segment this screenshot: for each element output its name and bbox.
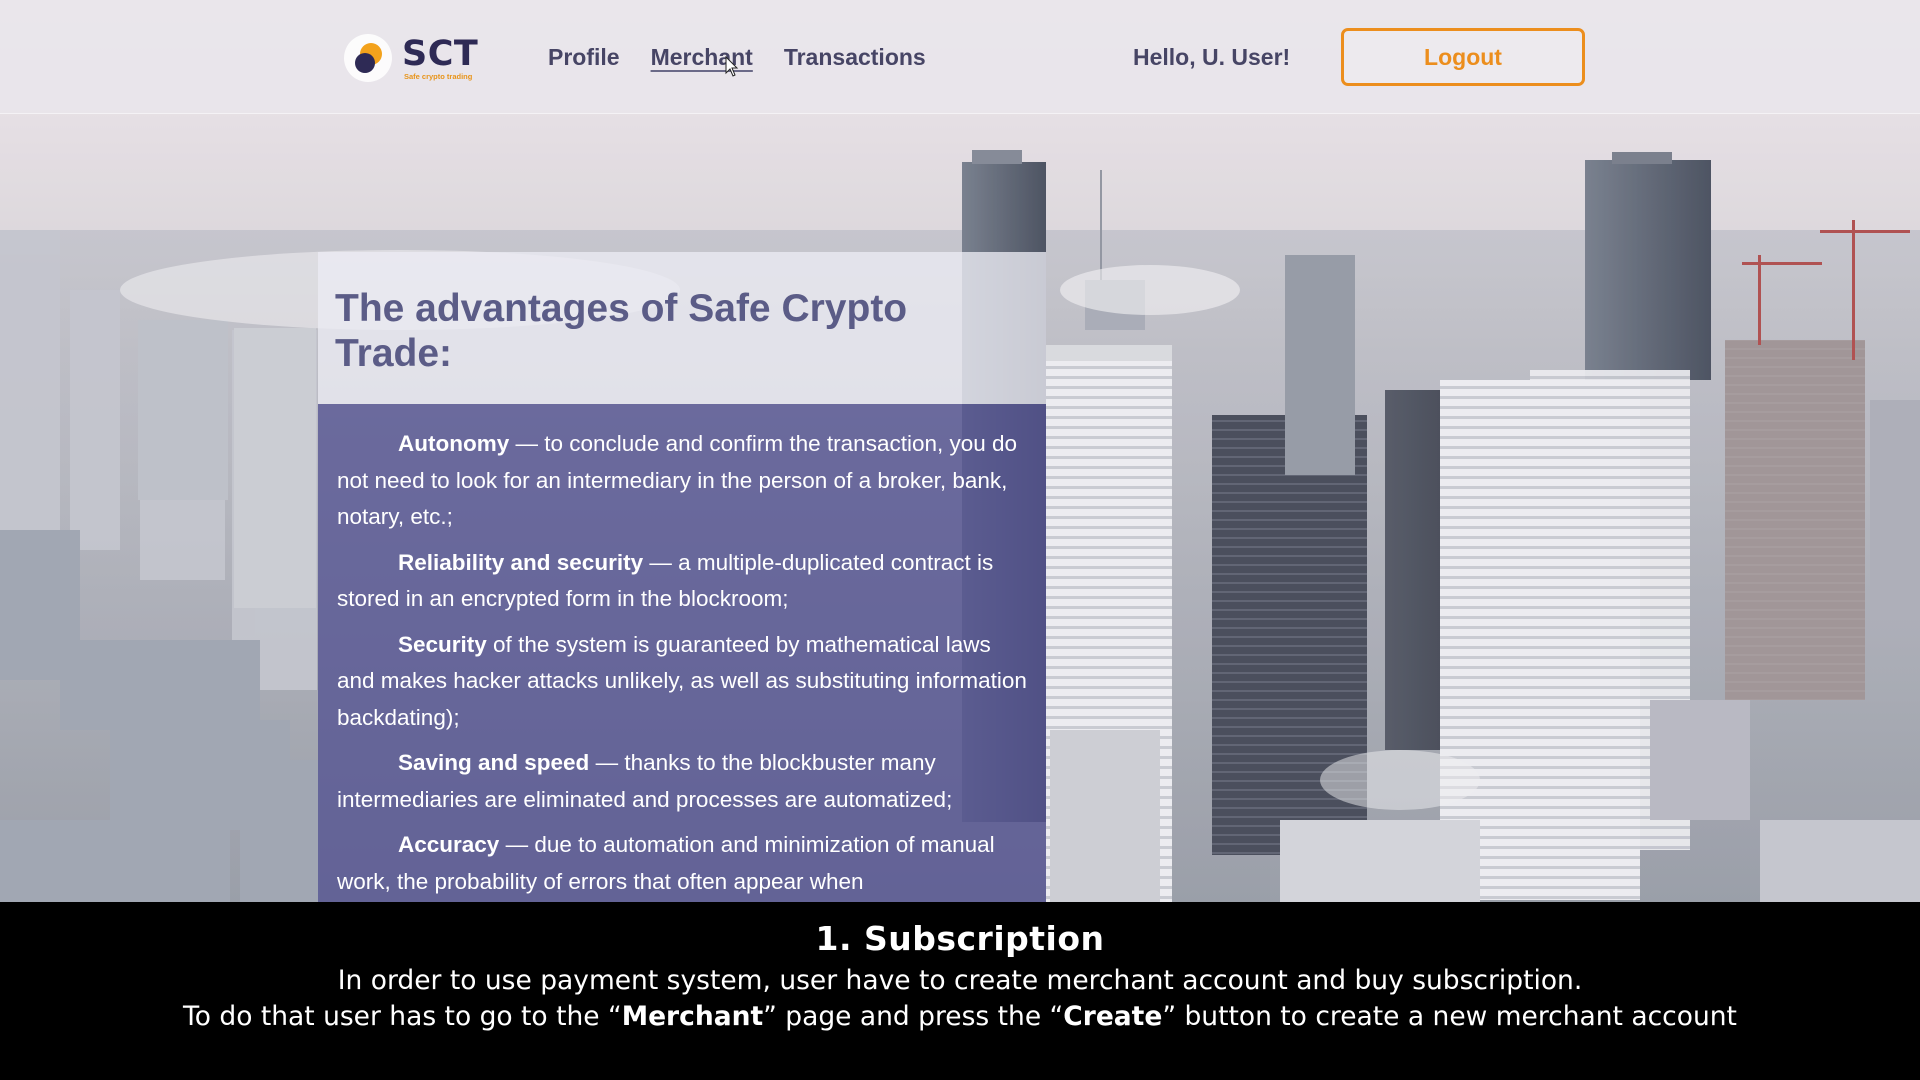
logo-coin-icon bbox=[342, 32, 394, 84]
advantage-term: Security bbox=[398, 631, 487, 657]
caption-text: ” button to create a new merchant accoun… bbox=[1162, 1001, 1737, 1032]
advantages-card: The advantages of Safe Crypto Trade: Aut… bbox=[318, 252, 1046, 902]
caption-merchant-emphasis: Merchant bbox=[621, 1001, 764, 1032]
advantages-title: The advantages of Safe Crypto Trade: bbox=[335, 287, 908, 375]
caption-title: 1. Subscription bbox=[815, 919, 1105, 958]
advantage-item: Accuracy — due to automation and minimiz… bbox=[337, 827, 1028, 900]
nav-profile-link[interactable]: Profile bbox=[548, 44, 620, 71]
caption-line-1: In order to use payment system, user hav… bbox=[337, 965, 1583, 996]
advantage-term: Reliability and security bbox=[398, 549, 644, 575]
logo-tagline: Safe crypto trading bbox=[404, 72, 473, 81]
caption-create-emphasis: Create bbox=[1063, 1001, 1163, 1032]
logo-name: SCT bbox=[402, 34, 479, 74]
advantages-list: Autonomy — to conclude and confirm the t… bbox=[318, 404, 1046, 902]
advantage-item: Reliability and security — a multiple-du… bbox=[337, 545, 1028, 618]
nav-transactions-link[interactable]: Transactions bbox=[784, 44, 926, 71]
advantage-item: Security of the system is guaranteed by … bbox=[337, 627, 1028, 737]
logout-button[interactable]: Logout bbox=[1341, 28, 1585, 86]
caption-text: To do that user has to go to the “ bbox=[183, 1001, 622, 1032]
advantage-item: Saving and speed — thanks to the blockbu… bbox=[337, 745, 1028, 818]
caption-text: ” page and press the “ bbox=[763, 1001, 1064, 1032]
advantage-item: Autonomy — to conclude and confirm the t… bbox=[337, 426, 1028, 536]
top-navbar: SCT Safe crypto trading Profile Merchant… bbox=[0, 0, 1920, 114]
advantage-term: Autonomy bbox=[398, 431, 510, 456]
sct-logo[interactable]: SCT Safe crypto trading bbox=[342, 32, 492, 84]
advantages-card-header: The advantages of Safe Crypto Trade: bbox=[318, 252, 1046, 404]
mouse-pointer-icon bbox=[725, 56, 739, 77]
caption-line-2: To do that user has to go to the “Mercha… bbox=[0, 999, 1920, 1035]
tutorial-caption: 1. Subscription In order to use payment … bbox=[0, 902, 1920, 1080]
advantage-term: Saving and speed bbox=[398, 750, 590, 775]
advantage-term: Accuracy bbox=[398, 832, 500, 857]
user-greeting: Hello, U. User! bbox=[1133, 44, 1291, 70]
